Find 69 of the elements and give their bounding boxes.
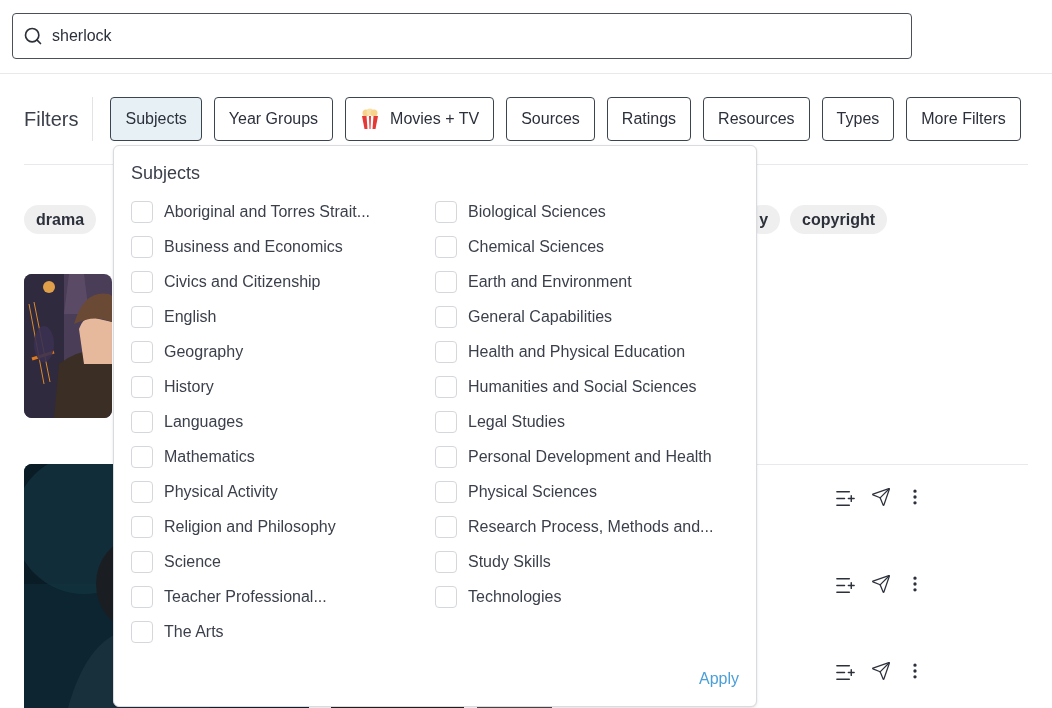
subject-checkbox[interactable]: Biological Sciences bbox=[435, 194, 739, 229]
subject-checkbox[interactable]: Study Skills bbox=[435, 544, 739, 579]
checkbox[interactable] bbox=[435, 445, 457, 468]
checkbox[interactable] bbox=[131, 445, 153, 468]
checkbox[interactable] bbox=[131, 305, 153, 328]
filter-button[interactable]: Types bbox=[821, 97, 895, 141]
subject-checkbox[interactable]: Physical Sciences bbox=[435, 474, 739, 509]
filter-button[interactable]: Resources bbox=[703, 97, 810, 141]
filter-button[interactable]: Year Groups bbox=[213, 97, 334, 141]
checkbox[interactable] bbox=[131, 200, 153, 223]
checkbox[interactable] bbox=[435, 375, 457, 398]
send-icon[interactable] bbox=[871, 661, 891, 681]
checkbox[interactable] bbox=[131, 620, 153, 643]
checkbox[interactable] bbox=[435, 340, 457, 363]
filter-button[interactable]: More Filters bbox=[906, 97, 1021, 141]
subject-checkbox[interactable]: Research Process, Methods and... bbox=[435, 509, 739, 544]
checkbox[interactable] bbox=[131, 410, 153, 433]
checkbox[interactable] bbox=[131, 340, 153, 363]
checkbox[interactable] bbox=[131, 480, 153, 503]
subject-checkbox[interactable]: History bbox=[131, 369, 435, 404]
subject-checkbox[interactable]: Earth and Environment bbox=[435, 264, 739, 299]
checkbox[interactable] bbox=[131, 375, 153, 398]
subject-checkbox[interactable]: General Capabilities bbox=[435, 299, 739, 334]
filter-button[interactable]: Subjects bbox=[110, 97, 202, 141]
checkbox[interactable] bbox=[435, 585, 457, 608]
subject-checkbox[interactable]: Humanities and Social Sciences bbox=[435, 369, 739, 404]
tag[interactable]: drama bbox=[24, 205, 97, 234]
checkbox[interactable] bbox=[131, 270, 153, 293]
subject-checkbox[interactable]: Aboriginal and Torres Strait... bbox=[131, 194, 435, 229]
subject-checkbox[interactable]: Science bbox=[131, 544, 435, 579]
checkbox[interactable] bbox=[435, 235, 457, 258]
checkbox[interactable] bbox=[435, 480, 457, 503]
checkbox[interactable] bbox=[435, 410, 457, 433]
subject-checkbox[interactable]: Teacher Professional... bbox=[131, 579, 435, 614]
subject-checkbox[interactable]: Chemical Sciences bbox=[435, 229, 739, 264]
checkbox[interactable] bbox=[435, 550, 457, 573]
subject-checkbox[interactable]: Health and Physical Education bbox=[435, 334, 739, 369]
send-icon[interactable] bbox=[871, 487, 891, 507]
subject-checkbox[interactable]: English bbox=[131, 299, 435, 334]
filters-label: Filters bbox=[24, 97, 94, 141]
checkbox[interactable] bbox=[435, 305, 457, 328]
search-icon bbox=[23, 26, 43, 46]
subject-checkbox[interactable]: Technologies bbox=[435, 579, 739, 614]
checkbox[interactable] bbox=[131, 550, 153, 573]
checkbox[interactable] bbox=[131, 235, 153, 258]
checkbox[interactable] bbox=[435, 270, 457, 293]
subject-checkbox[interactable]: The Arts bbox=[131, 614, 435, 649]
subject-checkbox[interactable]: Personal Development and Health bbox=[435, 439, 739, 474]
search-field[interactable]: sherlock bbox=[12, 13, 912, 59]
subject-checkbox[interactable]: Languages bbox=[131, 404, 435, 439]
checkbox[interactable] bbox=[435, 200, 457, 223]
send-icon[interactable] bbox=[871, 574, 891, 594]
checkbox[interactable] bbox=[131, 585, 153, 608]
popcorn-icon bbox=[360, 108, 381, 130]
filter-button[interactable]: Movies + TV bbox=[345, 97, 495, 141]
filter-button[interactable]: Ratings bbox=[606, 97, 692, 141]
filter-button[interactable]: Sources bbox=[506, 97, 595, 141]
tag[interactable]: copyright bbox=[790, 205, 887, 234]
subject-checkbox[interactable]: Mathematics bbox=[131, 439, 435, 474]
checkbox[interactable] bbox=[435, 515, 457, 538]
search-input[interactable]: sherlock bbox=[52, 24, 901, 48]
dropdown-title: Subjects bbox=[131, 162, 202, 185]
subject-checkbox[interactable]: Civics and Citizenship bbox=[131, 264, 435, 299]
subject-checkbox[interactable]: Business and Economics bbox=[131, 229, 435, 264]
subject-checkbox[interactable]: Physical Activity bbox=[131, 474, 435, 509]
subject-checkbox[interactable]: Legal Studies bbox=[435, 404, 739, 439]
checkbox[interactable] bbox=[131, 515, 153, 538]
subject-checkbox[interactable]: Geography bbox=[131, 334, 435, 369]
subject-checkbox[interactable]: Religion and Philosophy bbox=[131, 509, 435, 544]
